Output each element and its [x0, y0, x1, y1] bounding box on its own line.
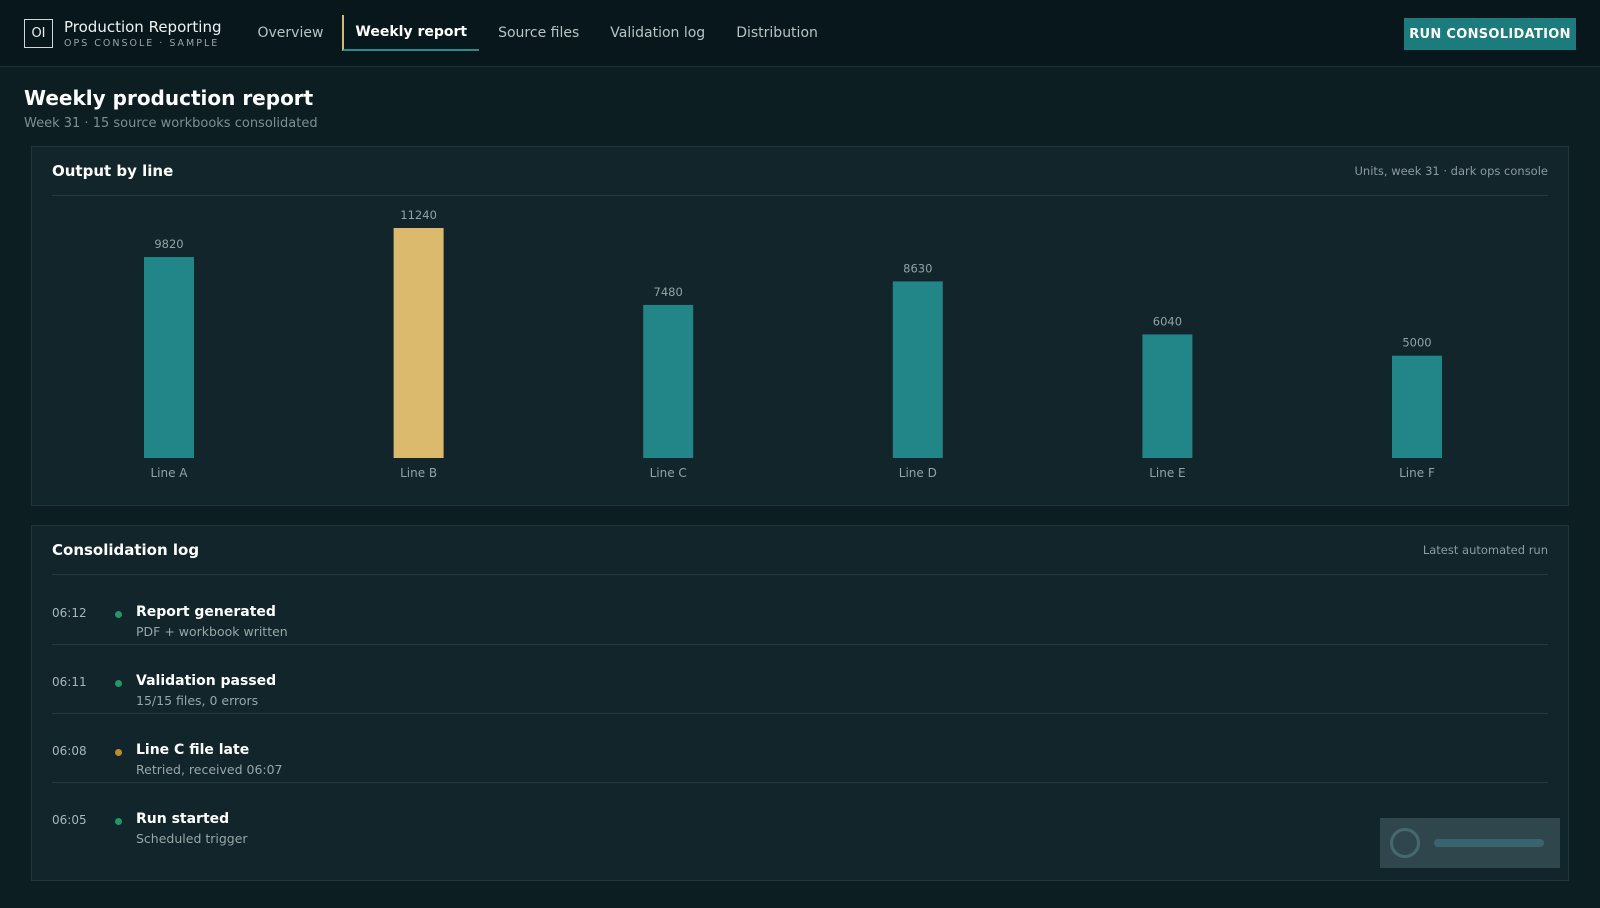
- log-panel-note: Latest automated run: [1422, 543, 1548, 557]
- bar-line-e[interactable]: [1142, 334, 1193, 458]
- app-subtitle: OPS CONSOLE · SAMPLE: [64, 37, 220, 49]
- log-title: Report generated: [136, 604, 276, 620]
- log-title: Run started: [136, 811, 230, 827]
- nav-weekly-report[interactable]: Weekly report: [342, 15, 480, 51]
- run-consolidation-button[interactable]: RUN CONSOLIDATION: [1404, 18, 1576, 50]
- bar-value-label: 6040: [1153, 314, 1182, 328]
- status-dot-icon: [115, 680, 122, 687]
- app-logo-text: OI: [31, 25, 46, 41]
- log-panel-title: Consolidation log: [52, 541, 200, 559]
- bar-value-label: 11240: [400, 208, 437, 222]
- nav-source-files[interactable]: Source files: [486, 15, 591, 51]
- bar-line-d[interactable]: [892, 281, 943, 458]
- log-list: 06:12 Report generated PDF + workbook wr…: [52, 576, 1548, 852]
- app-title: Production Reporting: [64, 17, 222, 36]
- status-dot-icon: [115, 818, 122, 825]
- output-chart-panel: Output by line Units, week 31 · dark ops…: [31, 146, 1569, 506]
- bar-value-label: 8630: [903, 261, 932, 275]
- log-time: 06:12: [52, 606, 87, 620]
- loading-ring-icon: [1390, 828, 1420, 858]
- page-subtitle: Week 31 · 15 source workbooks consolidat…: [24, 116, 318, 131]
- category-label: Line B: [400, 466, 437, 480]
- output-bar-chart: 9820 Line A 11240 Line B 7480 Line C 8630 Line …: [144, 208, 1442, 480]
- log-time: 06:11: [52, 675, 87, 689]
- nav-distribution[interactable]: Distribution: [724, 15, 830, 51]
- log-time: 06:05: [52, 813, 87, 827]
- category-label: Line A: [150, 466, 188, 480]
- bar-value-label: 5000: [1402, 336, 1431, 350]
- log-title: Validation passed: [136, 673, 277, 689]
- bar-line-f[interactable]: [1392, 355, 1442, 458]
- bar-value-label: 7480: [654, 285, 683, 299]
- category-label: Line D: [899, 466, 937, 480]
- category-label: Line F: [1399, 466, 1435, 480]
- log-panel-header: Consolidation log Latest automated run: [52, 526, 1548, 575]
- nav-validation-log[interactable]: Validation log: [598, 15, 717, 51]
- bar-value-label: 9820: [154, 237, 183, 251]
- page-title: Weekly production report: [24, 86, 314, 110]
- log-time: 06:08: [52, 744, 87, 758]
- log-detail: Scheduled trigger: [136, 831, 248, 846]
- log-title: Line C file late: [136, 742, 250, 758]
- log-detail: Retried, received 06:07: [136, 762, 283, 777]
- widget-placeholder-bar: [1434, 839, 1544, 847]
- log-detail: PDF + workbook written: [136, 624, 288, 639]
- category-label: Line E: [1149, 466, 1185, 480]
- floating-widget[interactable]: [1380, 818, 1560, 868]
- log-entry: 06:05 Run started Scheduled trigger: [52, 783, 1548, 852]
- app-logo[interactable]: OI: [24, 18, 53, 48]
- nav-overview[interactable]: Overview: [246, 15, 336, 51]
- top-bar: OI Production Reporting OPS CONSOLE · SA…: [0, 0, 1600, 67]
- bar-line-a[interactable]: [144, 257, 194, 458]
- log-entry: 06:12 Report generated PDF + workbook wr…: [52, 576, 1548, 645]
- category-label: Line C: [650, 466, 687, 480]
- app-brand: Production Reporting OPS CONSOLE · SAMPL…: [64, 18, 222, 49]
- status-dot-icon: [115, 611, 122, 618]
- bar-line-c[interactable]: [643, 304, 694, 458]
- log-detail: 15/15 files, 0 errors: [136, 693, 259, 708]
- status-dot-icon: [115, 749, 122, 756]
- log-entry: 06:08 Line C file late Retried, received…: [52, 714, 1548, 783]
- main-nav: Overview Weekly report Source files Vali…: [246, 15, 837, 51]
- page-header: Weekly production report Week 31 · 15 so…: [0, 67, 1600, 131]
- bar-line-b[interactable]: [393, 228, 444, 458]
- log-entry: 06:11 Validation passed 15/15 files, 0 e…: [52, 645, 1548, 714]
- consolidation-log-panel: Consolidation log Latest automated run 0…: [31, 525, 1569, 881]
